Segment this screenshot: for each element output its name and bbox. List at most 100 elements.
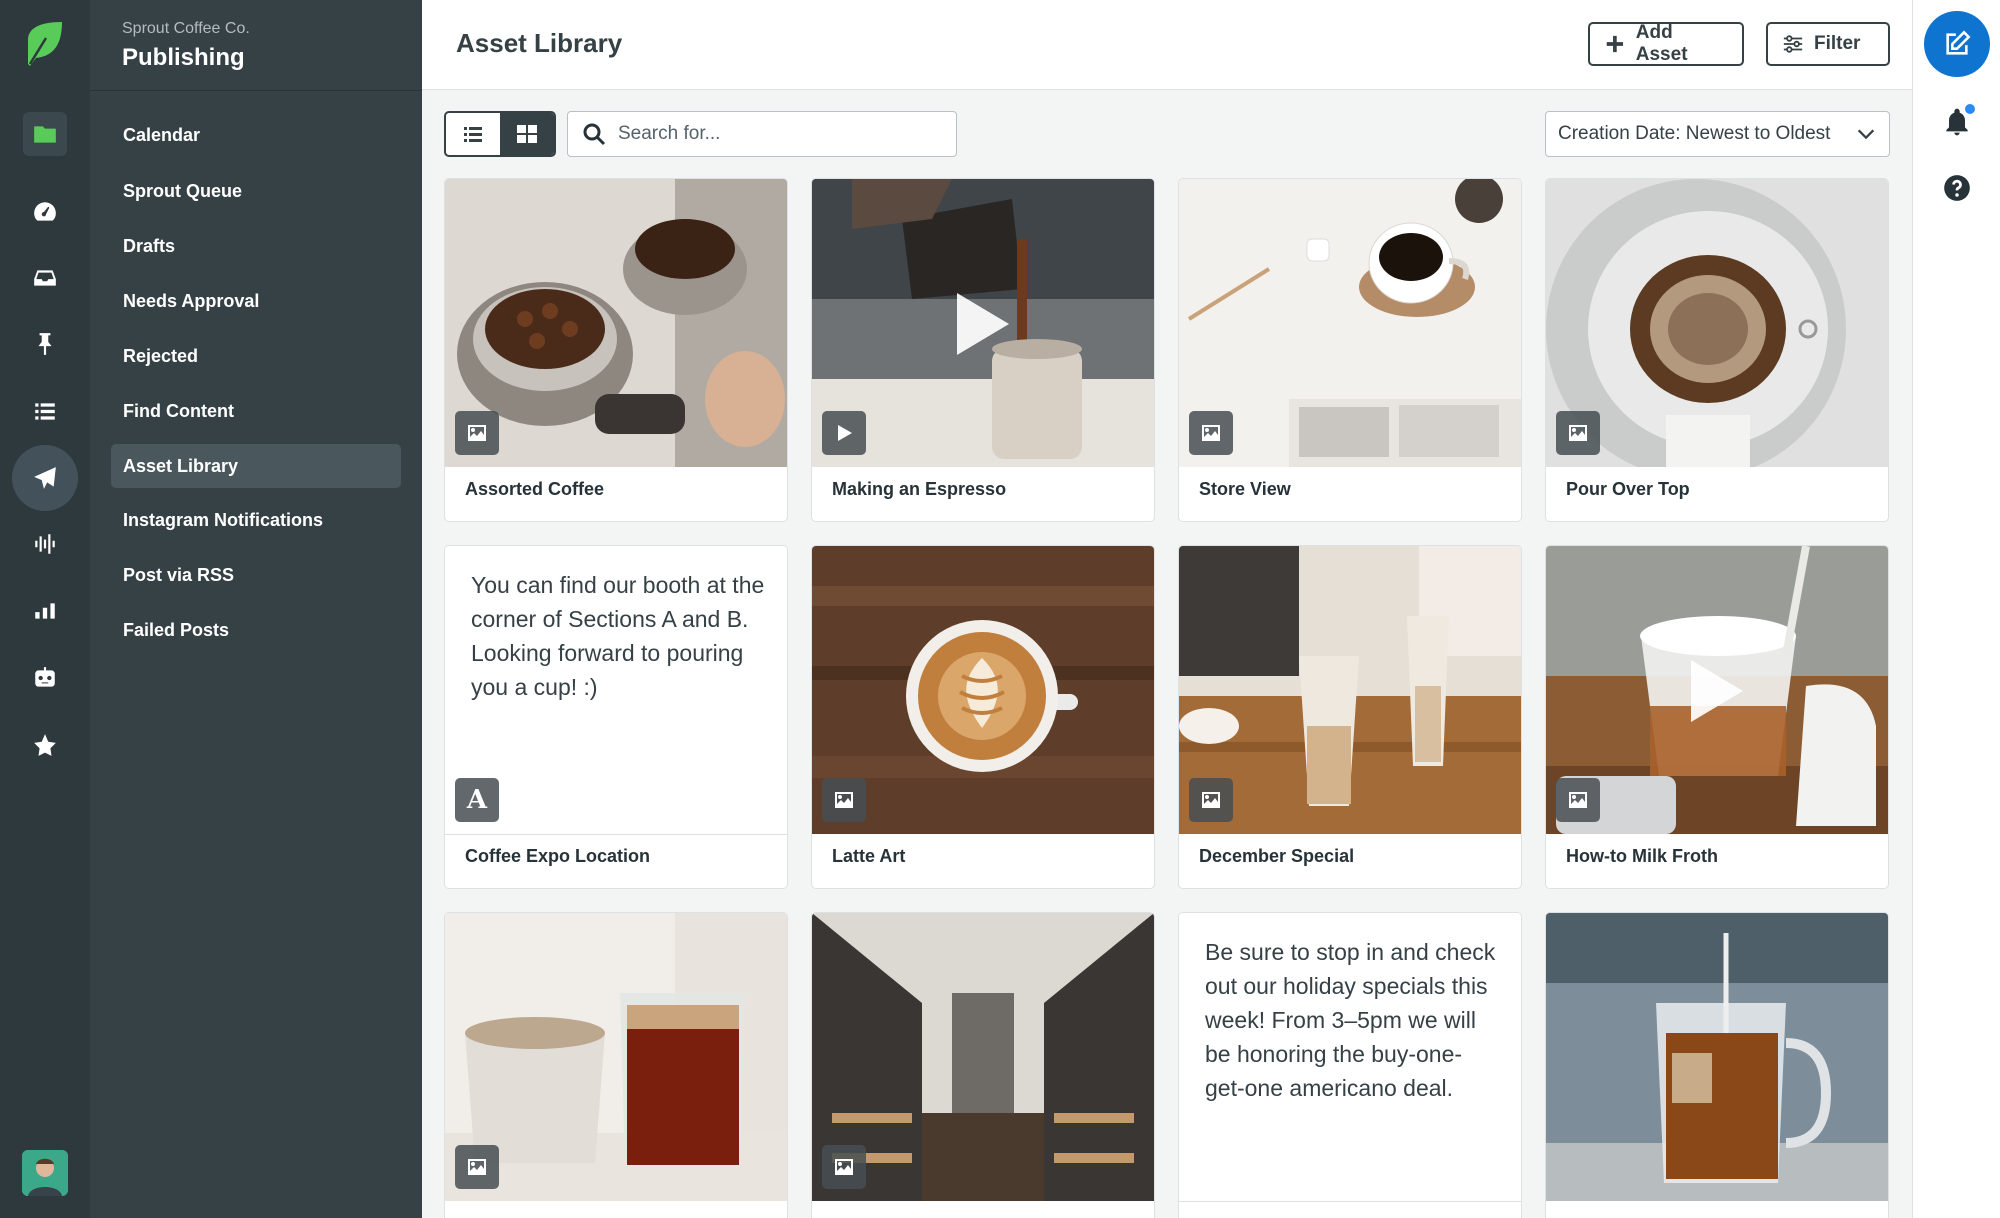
org-name: Sprout Coffee Co. <box>122 20 250 37</box>
bot-icon[interactable] <box>23 656 67 700</box>
asset-thumbnail <box>1179 546 1521 834</box>
image-icon <box>468 425 486 441</box>
asset-thumbnail <box>812 913 1154 1201</box>
asset-title: How-to Milk Froth <box>1566 846 1718 866</box>
nav-item-instagram-notifications[interactable]: Instagram Notifications <box>111 498 401 542</box>
video-type-badge <box>822 411 866 455</box>
add-asset-button[interactable]: Add Asset <box>1588 22 1744 66</box>
listening-icon[interactable] <box>23 522 67 566</box>
grid-view-button[interactable] <box>500 113 554 155</box>
image-type-badge <box>822 1145 866 1189</box>
search-box <box>567 111 957 157</box>
image-icon <box>468 1159 486 1175</box>
sort-dropdown[interactable]: Creation Date: Newest to Oldest <box>1545 111 1890 157</box>
help-icon[interactable] <box>1943 174 1971 202</box>
asset-thumbnail <box>1546 546 1888 834</box>
asset-text: Be sure to stop in and check out our hol… <box>1205 939 1496 1101</box>
video-icon <box>838 425 852 441</box>
divider <box>445 834 787 835</box>
asset-thumbnail <box>445 179 787 467</box>
play-icon <box>957 293 1009 355</box>
image-type-badge <box>1556 411 1600 455</box>
nav-item-calendar[interactable]: Calendar <box>111 113 401 157</box>
image-icon <box>1202 792 1220 808</box>
folder-icon[interactable] <box>23 112 67 156</box>
asset-card[interactable] <box>811 912 1155 1218</box>
asset-card[interactable]: Be sure to stop in and check out our hol… <box>1178 912 1522 1218</box>
asset-card[interactable]: Store View <box>1178 178 1522 522</box>
asset-thumbnail <box>1546 913 1888 1201</box>
star-icon[interactable] <box>23 723 67 767</box>
dashboard-icon[interactable] <box>23 190 67 234</box>
nav-item-rejected[interactable]: Rejected <box>111 334 401 378</box>
asset-card[interactable]: How-to Milk Froth <box>1545 545 1889 889</box>
filter-button[interactable]: Filter <box>1766 22 1890 66</box>
chevron-down-icon <box>1857 129 1875 140</box>
filter-label: Filter <box>1814 33 1861 54</box>
avatar[interactable] <box>22 1150 68 1196</box>
send-icon[interactable] <box>12 445 78 511</box>
asset-thumbnail <box>812 546 1154 834</box>
text-type-badge: A <box>455 778 499 822</box>
asset-thumbnail <box>812 179 1154 467</box>
nav-item-asset-library[interactable]: Asset Library <box>111 444 401 488</box>
asset-thumbnail <box>1179 179 1521 467</box>
list-icon[interactable] <box>23 389 67 433</box>
image-icon <box>1569 425 1587 441</box>
asset-title: Coffee Expo Location <box>465 846 651 866</box>
compose-button[interactable] <box>1924 11 1990 77</box>
asset-title: Latte Art <box>832 846 906 866</box>
asset-title: Pour Over Top <box>1566 479 1690 499</box>
search-input[interactable] <box>618 123 938 145</box>
sprout-logo-icon[interactable] <box>22 20 68 68</box>
asset-card[interactable] <box>444 912 788 1218</box>
add-asset-label: Add Asset <box>1635 22 1688 65</box>
image-icon <box>835 1159 853 1175</box>
asset-card[interactable]: December Special <box>1178 545 1522 889</box>
nav-item-failed-posts[interactable]: Failed Posts <box>111 608 401 652</box>
nav-item-post-via-rss[interactable]: Post via RSS <box>111 553 401 597</box>
page-header: Asset Library Add Asset Filter <box>422 0 1912 90</box>
image-icon <box>1202 425 1220 441</box>
toolbar: Creation Date: Newest to Oldest <box>422 90 1912 176</box>
asset-card[interactable] <box>1545 912 1889 1218</box>
asset-card[interactable]: You can find our booth at the corner of … <box>444 545 788 889</box>
asset-thumbnail <box>445 913 787 1201</box>
image-type-badge <box>1189 778 1233 822</box>
right-rail <box>1912 0 2000 1218</box>
reports-icon[interactable] <box>23 589 67 633</box>
nav-item-needs-approval[interactable]: Needs Approval <box>111 279 401 323</box>
text-type-icon: A <box>466 785 488 815</box>
nav-item-find-content[interactable]: Find Content <box>111 389 401 433</box>
section-title: Publishing <box>122 44 245 71</box>
asset-card[interactable]: Latte Art <box>811 545 1155 889</box>
asset-title: Making an Espresso <box>832 479 1007 499</box>
sort-value: Creation Date: Newest to Oldest <box>1558 123 1831 144</box>
asset-title: December Special <box>1199 846 1355 866</box>
asset-card[interactable]: Making an Espresso <box>811 178 1155 522</box>
list-view-button[interactable] <box>446 113 500 155</box>
main-content: Asset Library Add Asset Filter Search fo… <box>422 0 1912 1218</box>
image-type-badge <box>822 778 866 822</box>
search-icon <box>583 123 606 146</box>
asset-thumbnail <box>1546 179 1888 467</box>
compose-icon <box>1946 30 1971 55</box>
asset-card[interactable]: Pour Over Top <box>1545 178 1889 522</box>
image-type-badge <box>455 411 499 455</box>
text-asset-body: You can find our booth at the corner of … <box>445 546 787 834</box>
publishing-nav: Sprout Coffee Co. Publishing Calendar Sp… <box>90 0 422 1218</box>
list-view-icon <box>464 127 482 142</box>
image-type-badge <box>455 1145 499 1189</box>
plus-icon <box>1606 35 1624 53</box>
page-title: Asset Library <box>456 28 623 58</box>
inbox-icon[interactable] <box>23 256 67 300</box>
asset-card[interactable]: Assorted Coffee <box>444 178 788 522</box>
pin-icon[interactable] <box>23 322 67 366</box>
nav-item-drafts[interactable]: Drafts <box>111 224 401 268</box>
sliders-icon <box>1783 35 1803 53</box>
icon-rail <box>0 0 90 1218</box>
asset-text: You can find our booth at the corner of … <box>471 572 765 700</box>
nav-item-sprout-queue[interactable]: Sprout Queue <box>111 169 401 213</box>
image-type-badge <box>1189 411 1233 455</box>
image-icon <box>1569 792 1587 808</box>
